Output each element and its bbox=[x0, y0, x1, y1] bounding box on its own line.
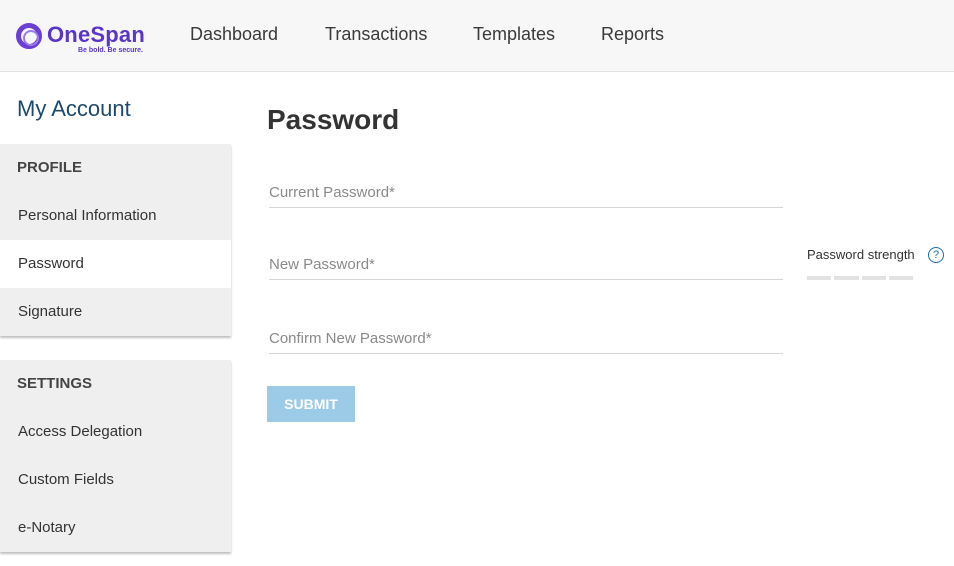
strength-segment bbox=[861, 276, 886, 280]
logo-text: OneSpan bbox=[47, 22, 145, 47]
onespan-logo-icon bbox=[16, 23, 42, 49]
sidebar-item-access-delegation[interactable]: Access Delegation bbox=[0, 408, 231, 456]
nav-transactions[interactable]: Transactions bbox=[325, 24, 427, 45]
nav-templates[interactable]: Templates bbox=[473, 24, 555, 45]
profile-heading: PROFILE bbox=[17, 159, 83, 176]
new-password-field[interactable] bbox=[269, 250, 783, 278]
password-strength-meter bbox=[807, 276, 913, 280]
nav-reports[interactable]: Reports bbox=[601, 24, 664, 45]
sidebar-item-signature[interactable]: Signature bbox=[0, 288, 231, 336]
confirm-password-field[interactable] bbox=[269, 324, 783, 352]
new-password-field-wrapper bbox=[269, 250, 783, 280]
strength-segment bbox=[888, 276, 913, 280]
nav-dashboard[interactable]: Dashboard bbox=[190, 24, 278, 45]
password-strength-label: Password strength bbox=[807, 247, 915, 262]
sidebar-item-e-notary[interactable]: e-Notary bbox=[0, 504, 231, 552]
sidebar-item-custom-fields[interactable]: Custom Fields bbox=[0, 456, 231, 504]
confirm-password-field-wrapper bbox=[269, 324, 783, 354]
top-navigation-bar: OneSpan Be bold. Be secure. Dashboard Tr… bbox=[0, 0, 954, 72]
submit-button[interactable]: SUBMIT bbox=[267, 386, 355, 422]
current-password-field[interactable] bbox=[269, 178, 783, 206]
strength-segment bbox=[834, 276, 859, 280]
profile-section: PROFILE Personal Information Password Si… bbox=[0, 144, 231, 336]
sidebar-item-personal-information[interactable]: Personal Information bbox=[0, 192, 231, 240]
strength-segment bbox=[807, 276, 832, 280]
onespan-logo[interactable]: OneSpan Be bold. Be secure. bbox=[16, 21, 146, 57]
sidebar-item-password[interactable]: Password bbox=[0, 240, 231, 288]
current-password-field-wrapper bbox=[269, 178, 783, 208]
page-title: Password bbox=[267, 104, 400, 135]
settings-heading: SETTINGS bbox=[17, 375, 93, 392]
logo-tagline: Be bold. Be secure. bbox=[78, 47, 143, 54]
settings-section: SETTINGS Access Delegation Custom Fields… bbox=[0, 360, 231, 552]
help-icon[interactable]: ? bbox=[928, 247, 944, 263]
sidebar-title: My Account bbox=[17, 96, 131, 121]
